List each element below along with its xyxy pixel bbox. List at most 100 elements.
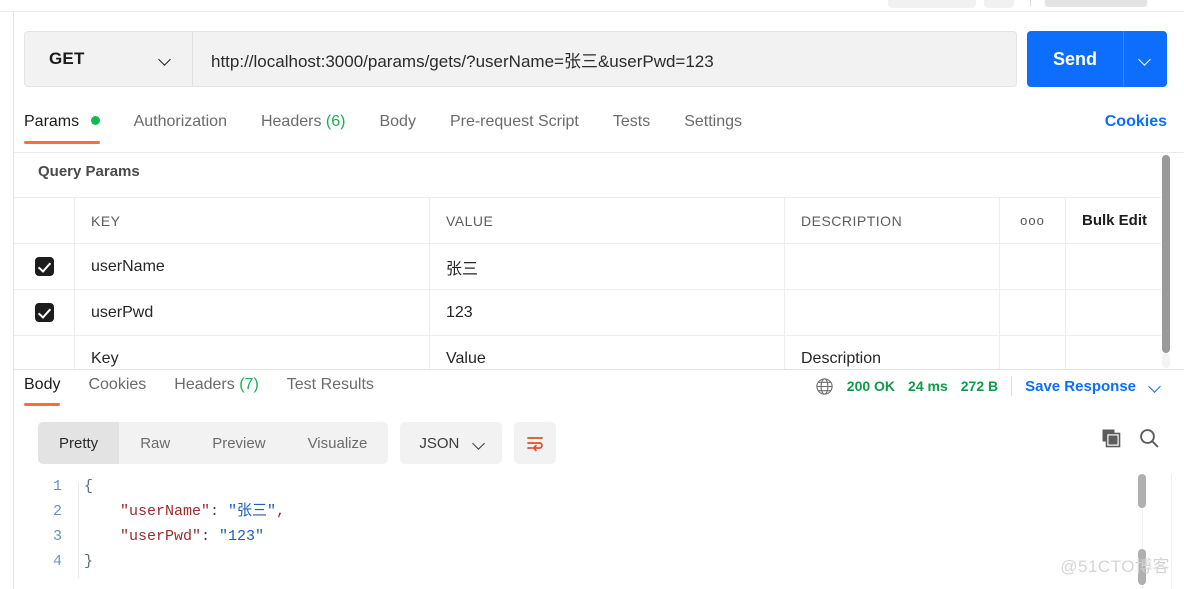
- row-checkbox-cell: [14, 289, 75, 336]
- new-row-value-input[interactable]: Value: [429, 335, 785, 369]
- query-params-scrollbar-thumb[interactable]: [1162, 155, 1170, 353]
- new-row-options-cell: [999, 335, 1066, 369]
- chevron-down-icon[interactable]: [1149, 380, 1162, 393]
- tab-headers-count: (6): [325, 113, 346, 130]
- query-params-scrollbar[interactable]: [1162, 155, 1170, 368]
- tab-pre-request-script[interactable]: Pre-request Script: [450, 109, 579, 145]
- top-toolbar-strip: [0, 0, 1184, 12]
- bulk-edit-button[interactable]: Bulk Edit: [1082, 212, 1147, 229]
- row-description[interactable]: [784, 243, 1000, 290]
- new-row-description-input[interactable]: Description: [784, 335, 1000, 369]
- row-spacer-cell: [1065, 243, 1161, 290]
- search-icon[interactable]: [1138, 427, 1160, 449]
- chevron-down-icon: [159, 53, 172, 66]
- json-comma: ,: [276, 503, 286, 520]
- view-mode-pretty[interactable]: Pretty: [38, 422, 120, 464]
- view-mode-preview[interactable]: Preview: [191, 422, 286, 464]
- row-checkbox[interactable]: [35, 257, 54, 276]
- query-params-title: Query Params: [38, 163, 140, 180]
- table-header-row: KEY VALUE DESCRIPTION ooo Bulk Edit: [14, 197, 1161, 244]
- tab-body[interactable]: Body: [379, 109, 415, 145]
- response-body-actions: [1100, 427, 1160, 449]
- json-separator: :: [201, 528, 220, 545]
- row-options-cell: [999, 289, 1066, 336]
- tab-tests[interactable]: Tests: [613, 109, 650, 145]
- more-options-icon[interactable]: ooo: [1020, 213, 1045, 228]
- response-tab-body[interactable]: Body: [24, 376, 61, 406]
- word-wrap-button[interactable]: [514, 422, 557, 464]
- row-description[interactable]: [784, 289, 1000, 336]
- view-mode-visualize[interactable]: Visualize: [287, 422, 389, 464]
- query-params-table: KEY VALUE DESCRIPTION ooo Bulk Edit user…: [14, 197, 1161, 369]
- response-tab-cookies[interactable]: Cookies: [88, 376, 146, 406]
- json-value: "张三": [228, 503, 277, 520]
- row-key[interactable]: userName: [74, 243, 430, 290]
- globe-icon: [816, 377, 833, 395]
- json-separator: :: [210, 503, 229, 520]
- toolbar-ghost-item-1: [888, 0, 976, 8]
- line-number: 1: [52, 478, 62, 495]
- copy-icon[interactable]: [1100, 427, 1122, 449]
- request-section-divider: [14, 369, 1184, 370]
- line-number: 4: [52, 553, 62, 570]
- row-checkbox[interactable]: [35, 303, 54, 322]
- response-body-code[interactable]: 1 { 2 "userName": "张三", 3 "userPwd": "12…: [24, 474, 1144, 589]
- response-view-mode-group: Pretty Raw Preview Visualize: [38, 422, 389, 464]
- response-size: 272 B: [960, 378, 999, 394]
- new-row-key-input[interactable]: Key: [74, 335, 430, 369]
- code-line-text: }: [84, 553, 94, 570]
- response-status-bar: 200 OK 24 ms 272 B Save Response: [815, 376, 1162, 396]
- new-row-checkbox-cell: [14, 335, 75, 369]
- bulk-edit-cell: Bulk Edit: [1065, 197, 1161, 244]
- status-code: 200 OK: [846, 378, 896, 394]
- send-options-button[interactable]: [1123, 31, 1167, 87]
- row-spacer-cell: [1065, 289, 1161, 336]
- http-method-dropdown[interactable]: GET: [24, 31, 192, 87]
- postman-request-response-view: GET http://localhost:3000/params/gets/?u…: [0, 0, 1184, 589]
- code-scrollbar-thumb-bottom[interactable]: [1138, 549, 1146, 585]
- response-tab-headers-count: (7): [239, 376, 259, 393]
- json-value: "123": [219, 528, 265, 545]
- code-scrollbar-thumb-top[interactable]: [1138, 474, 1146, 508]
- toolbar-ghost-item-2: [984, 0, 1014, 8]
- tab-params-label: Params: [24, 113, 80, 130]
- chevron-down-icon: [1139, 53, 1152, 66]
- response-tab-test-results[interactable]: Test Results: [287, 376, 374, 406]
- save-response-button[interactable]: Save Response: [1025, 378, 1136, 395]
- url-input[interactable]: http://localhost:3000/params/gets/?userN…: [192, 31, 1017, 87]
- line-number: 2: [52, 503, 62, 520]
- response-time: 24 ms: [908, 378, 948, 394]
- tab-headers-label: Headers: [260, 113, 322, 130]
- send-button[interactable]: Send: [1027, 31, 1123, 87]
- tab-headers[interactable]: Headers (6): [261, 109, 346, 145]
- row-options-cell: [999, 243, 1066, 290]
- code-scrollbar[interactable]: [1138, 474, 1146, 589]
- query-params-scrollbar-track[interactable]: [1162, 353, 1170, 368]
- row-key[interactable]: userPwd: [74, 289, 430, 336]
- view-mode-raw[interactable]: Raw: [119, 422, 191, 464]
- code-line-row: 4 }: [24, 549, 1144, 574]
- chevron-down-icon: [473, 437, 486, 450]
- table-new-row: Key Value Description: [14, 335, 1161, 369]
- query-params-table-wrapper: KEY VALUE DESCRIPTION ooo Bulk Edit user…: [14, 197, 1172, 369]
- response-format-label: JSON: [419, 434, 460, 452]
- http-method-label: GET: [49, 49, 85, 68]
- code-line-text: "userPwd": "123": [84, 524, 264, 549]
- row-value[interactable]: 张三: [429, 243, 785, 290]
- tab-bar-divider: [14, 152, 1184, 153]
- code-line-row: 2 "userName": "张三",: [24, 499, 1144, 524]
- tab-settings[interactable]: Settings: [684, 109, 742, 145]
- row-value[interactable]: 123: [429, 289, 785, 336]
- word-wrap-icon: [527, 437, 544, 452]
- send-button-group: Send: [1027, 31, 1167, 87]
- cookies-link[interactable]: Cookies: [1105, 109, 1167, 131]
- code-line-text: {: [84, 478, 94, 495]
- tab-authorization[interactable]: Authorization: [134, 109, 227, 145]
- response-format-dropdown[interactable]: JSON: [400, 422, 503, 464]
- request-tab-bar: Params Authorization Headers (6) Body Pr…: [24, 109, 1167, 153]
- url-row: GET http://localhost:3000/params/gets/?u…: [24, 31, 1167, 87]
- response-tab-headers[interactable]: Headers (7): [174, 376, 259, 406]
- tab-params[interactable]: Params: [24, 109, 100, 145]
